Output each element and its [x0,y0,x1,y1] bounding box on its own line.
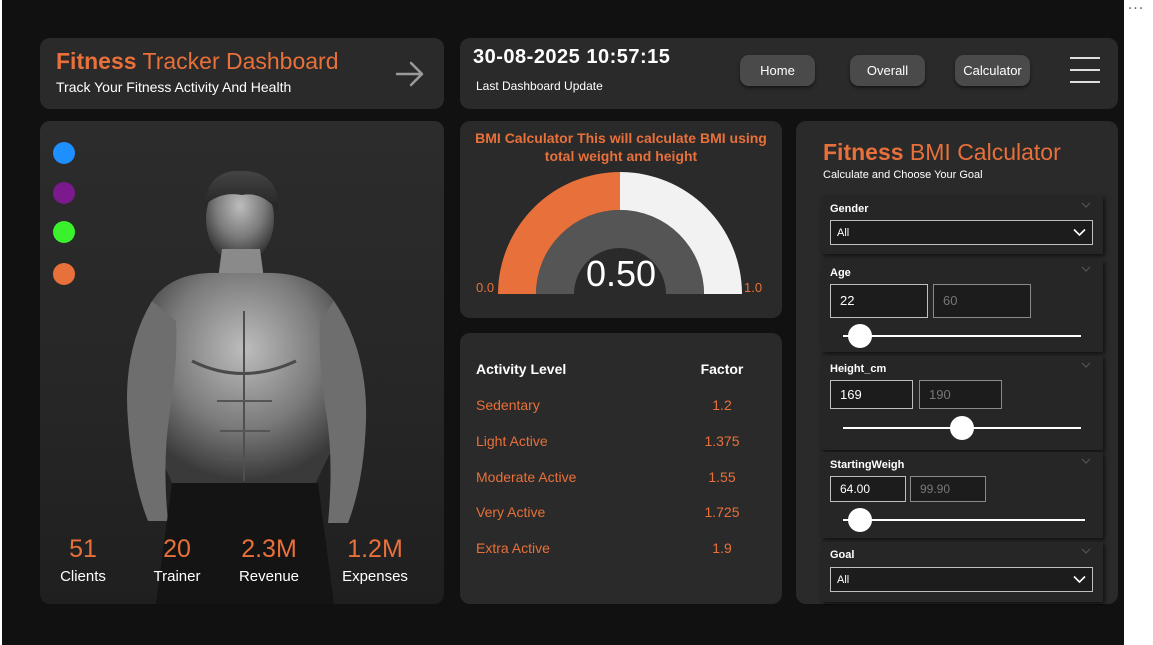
calculator-button[interactable]: Calculator [955,55,1030,86]
kpi-revenue-label: Revenue [238,568,300,585]
last-update-datetime: 30-08-2025 10:57:15 [473,46,671,68]
gauge-min-label: 0.0 [476,280,495,295]
height-slicer: Height_cm 169 190 [821,356,1103,450]
gender-label: Gender [830,203,869,215]
goal-selected-value: All [837,574,850,586]
athlete-image-card: 51 Clients 20 Trainer 2.3M Revenue 1.2M … [40,121,444,604]
factor-header: Factor [700,361,744,377]
kpi-trainer: 20 Trainer [132,535,222,585]
goal-dropdown[interactable]: All [830,567,1093,592]
kpi-expenses-value: 1.2M [347,535,403,563]
height-min-input[interactable]: 169 [830,380,913,409]
age-min-input[interactable]: 22 [830,284,928,318]
age-label: Age [830,267,851,279]
gender-dropdown[interactable]: All [830,220,1093,245]
title-brand: Fitness [56,48,137,74]
calculator-title-brand: Fitness [823,139,904,165]
legend-dot-blue[interactable] [53,142,75,164]
weight-min-input[interactable]: 64.00 [830,476,906,502]
kpi-trainer-value: 20 [163,535,191,563]
legend-dot-green[interactable] [53,221,75,243]
age-slider-thumb[interactable] [848,324,872,348]
table-row: Extra Active 1.9 [460,540,782,560]
chevron-down-icon[interactable] [1081,201,1091,209]
dashboard-title: Fitness Tracker Dashboard [56,48,339,75]
factor-cell: 1.9 [712,540,732,556]
table-row: Sedentary 1.2 [460,397,782,417]
activity-level-cell: Light Active [476,433,548,449]
activity-level-cell: Extra Active [476,540,550,556]
gauge-max-label: 1.0 [744,280,763,295]
goal-label: Goal [830,549,855,561]
kpi-clients-value: 51 [69,535,97,563]
legend-dot-purple[interactable] [53,182,75,204]
hamburger-menu-icon[interactable] [1070,57,1100,85]
starting-weight-slicer: StartingWeigh 64.00 99.90 [821,452,1103,538]
kpi-expenses: 1.2M Expenses [330,535,420,585]
bmi-calculator-card: Fitness BMI Calculator Calculate and Cho… [796,121,1118,604]
weight-slider-track[interactable] [843,519,1085,521]
gender-slicer: Gender All [821,196,1103,254]
kpi-clients-label: Clients [60,568,106,585]
factor-cell: 1.55 [708,469,736,485]
more-options-icon[interactable]: ··· [1123,2,1149,22]
weight-max-input[interactable]: 99.90 [910,476,986,502]
starting-weight-label: StartingWeigh [830,459,905,471]
report-canvas: Fitness Tracker Dashboard Track Your Fit… [2,0,1124,645]
table-row: Light Active 1.375 [460,433,782,453]
weight-slider-thumb[interactable] [848,508,872,532]
bmi-gauge-card: BMI Calculator This will calculate BMI u… [460,121,782,318]
table-row: Moderate Active 1.55 [460,469,782,489]
home-button[interactable]: Home [740,55,815,86]
chevron-down-icon[interactable] [1081,457,1091,465]
arrow-right-icon[interactable] [394,58,426,90]
chevron-down-icon [1073,575,1086,584]
dashboard-subtitle: Track Your Fitness Activity And Health [56,79,292,95]
activity-level-cell: Very Active [476,504,546,520]
chevron-down-icon[interactable] [1081,265,1091,273]
height-slider-thumb[interactable] [950,416,974,440]
age-slider-track[interactable] [843,335,1081,337]
calculator-title: Fitness BMI Calculator [823,139,1061,166]
last-update-label: Last Dashboard Update [476,79,603,93]
chevron-down-icon[interactable] [1081,361,1091,369]
height-label: Height_cm [830,363,887,375]
legend-dot-orange[interactable] [53,263,75,285]
header-card: 30-08-2025 10:57:15 Last Dashboard Updat… [460,38,1118,109]
title-card: Fitness Tracker Dashboard Track Your Fit… [40,38,444,109]
calculator-title-rest: BMI Calculator [903,139,1061,165]
kpi-revenue: 2.3M Revenue [224,535,314,585]
factor-cell: 1.2 [712,397,732,413]
gender-selected-value: All [837,227,850,239]
age-slicer: Age 22 60 [821,260,1103,352]
kpi-expenses-label: Expenses [342,568,408,585]
age-max-input[interactable]: 60 [933,284,1031,318]
activity-level-table: Activity Level Factor Sedentary 1.2 Ligh… [460,333,782,604]
title-rest: Tracker Dashboard [136,48,339,74]
activity-level-cell: Moderate Active [476,469,577,485]
activity-level-header: Activity Level [476,361,567,377]
factor-cell: 1.725 [704,504,740,520]
kpi-trainer-label: Trainer [153,568,201,585]
height-max-input[interactable]: 190 [919,380,1002,409]
activity-level-cell: Sedentary [476,397,540,413]
factor-cell: 1.375 [704,433,740,449]
gauge-value: 0.50 [585,253,657,294]
table-row: Very Active 1.725 [460,504,782,524]
calculator-subtitle: Calculate and Choose Your Goal [823,169,983,181]
kpi-revenue-value: 2.3M [241,535,297,563]
kpi-clients: 51 Clients [40,535,128,585]
goal-slicer: Goal All [821,542,1103,602]
chevron-down-icon [1073,228,1086,237]
overall-button[interactable]: Overall [850,55,925,86]
chevron-down-icon[interactable] [1081,547,1091,555]
